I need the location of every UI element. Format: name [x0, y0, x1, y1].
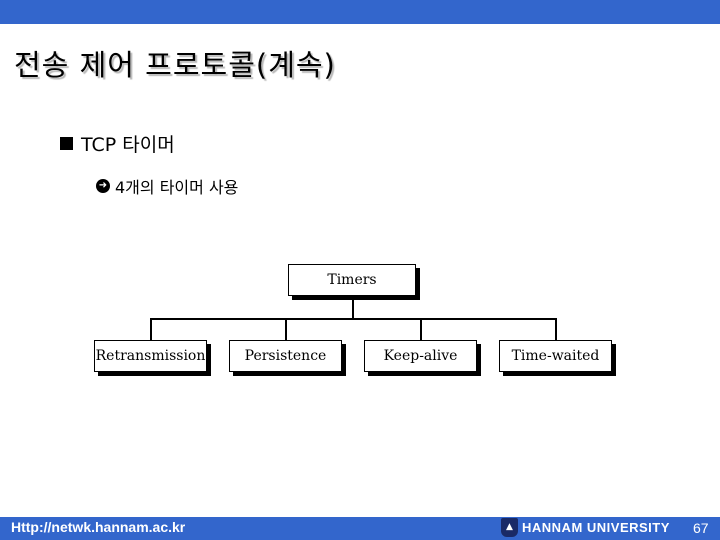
diagram-node-root: Timers — [288, 264, 416, 296]
connector-drop — [420, 318, 422, 340]
timers-hierarchy-diagram: Timers Retransmission Persistence Keep-a… — [0, 0, 720, 540]
connector-horizontal — [150, 318, 557, 320]
connector-drop — [555, 318, 557, 340]
diagram-node-keep-alive: Keep-alive — [364, 340, 477, 372]
node-label: Keep-alive — [383, 348, 458, 364]
connector-drop — [285, 318, 287, 340]
node-label: Persistence — [244, 348, 327, 364]
diagram-node-persistence: Persistence — [229, 340, 342, 372]
node-label: Timers — [327, 272, 377, 288]
connector-trunk — [352, 300, 354, 318]
diagram-node-retransmission: Retransmission — [94, 340, 207, 372]
page-number: 67 — [693, 520, 709, 536]
university-shield-icon: ▲ — [501, 518, 518, 537]
node-label: Time-waited — [511, 348, 600, 364]
connector-drop — [150, 318, 152, 340]
footer-university-name: HANNAM UNIVERSITY — [522, 520, 670, 535]
diagram-node-time-waited: Time-waited — [499, 340, 612, 372]
node-label: Retransmission — [95, 348, 206, 364]
footer-url: Http://netwk.hannam.ac.kr — [11, 519, 186, 535]
